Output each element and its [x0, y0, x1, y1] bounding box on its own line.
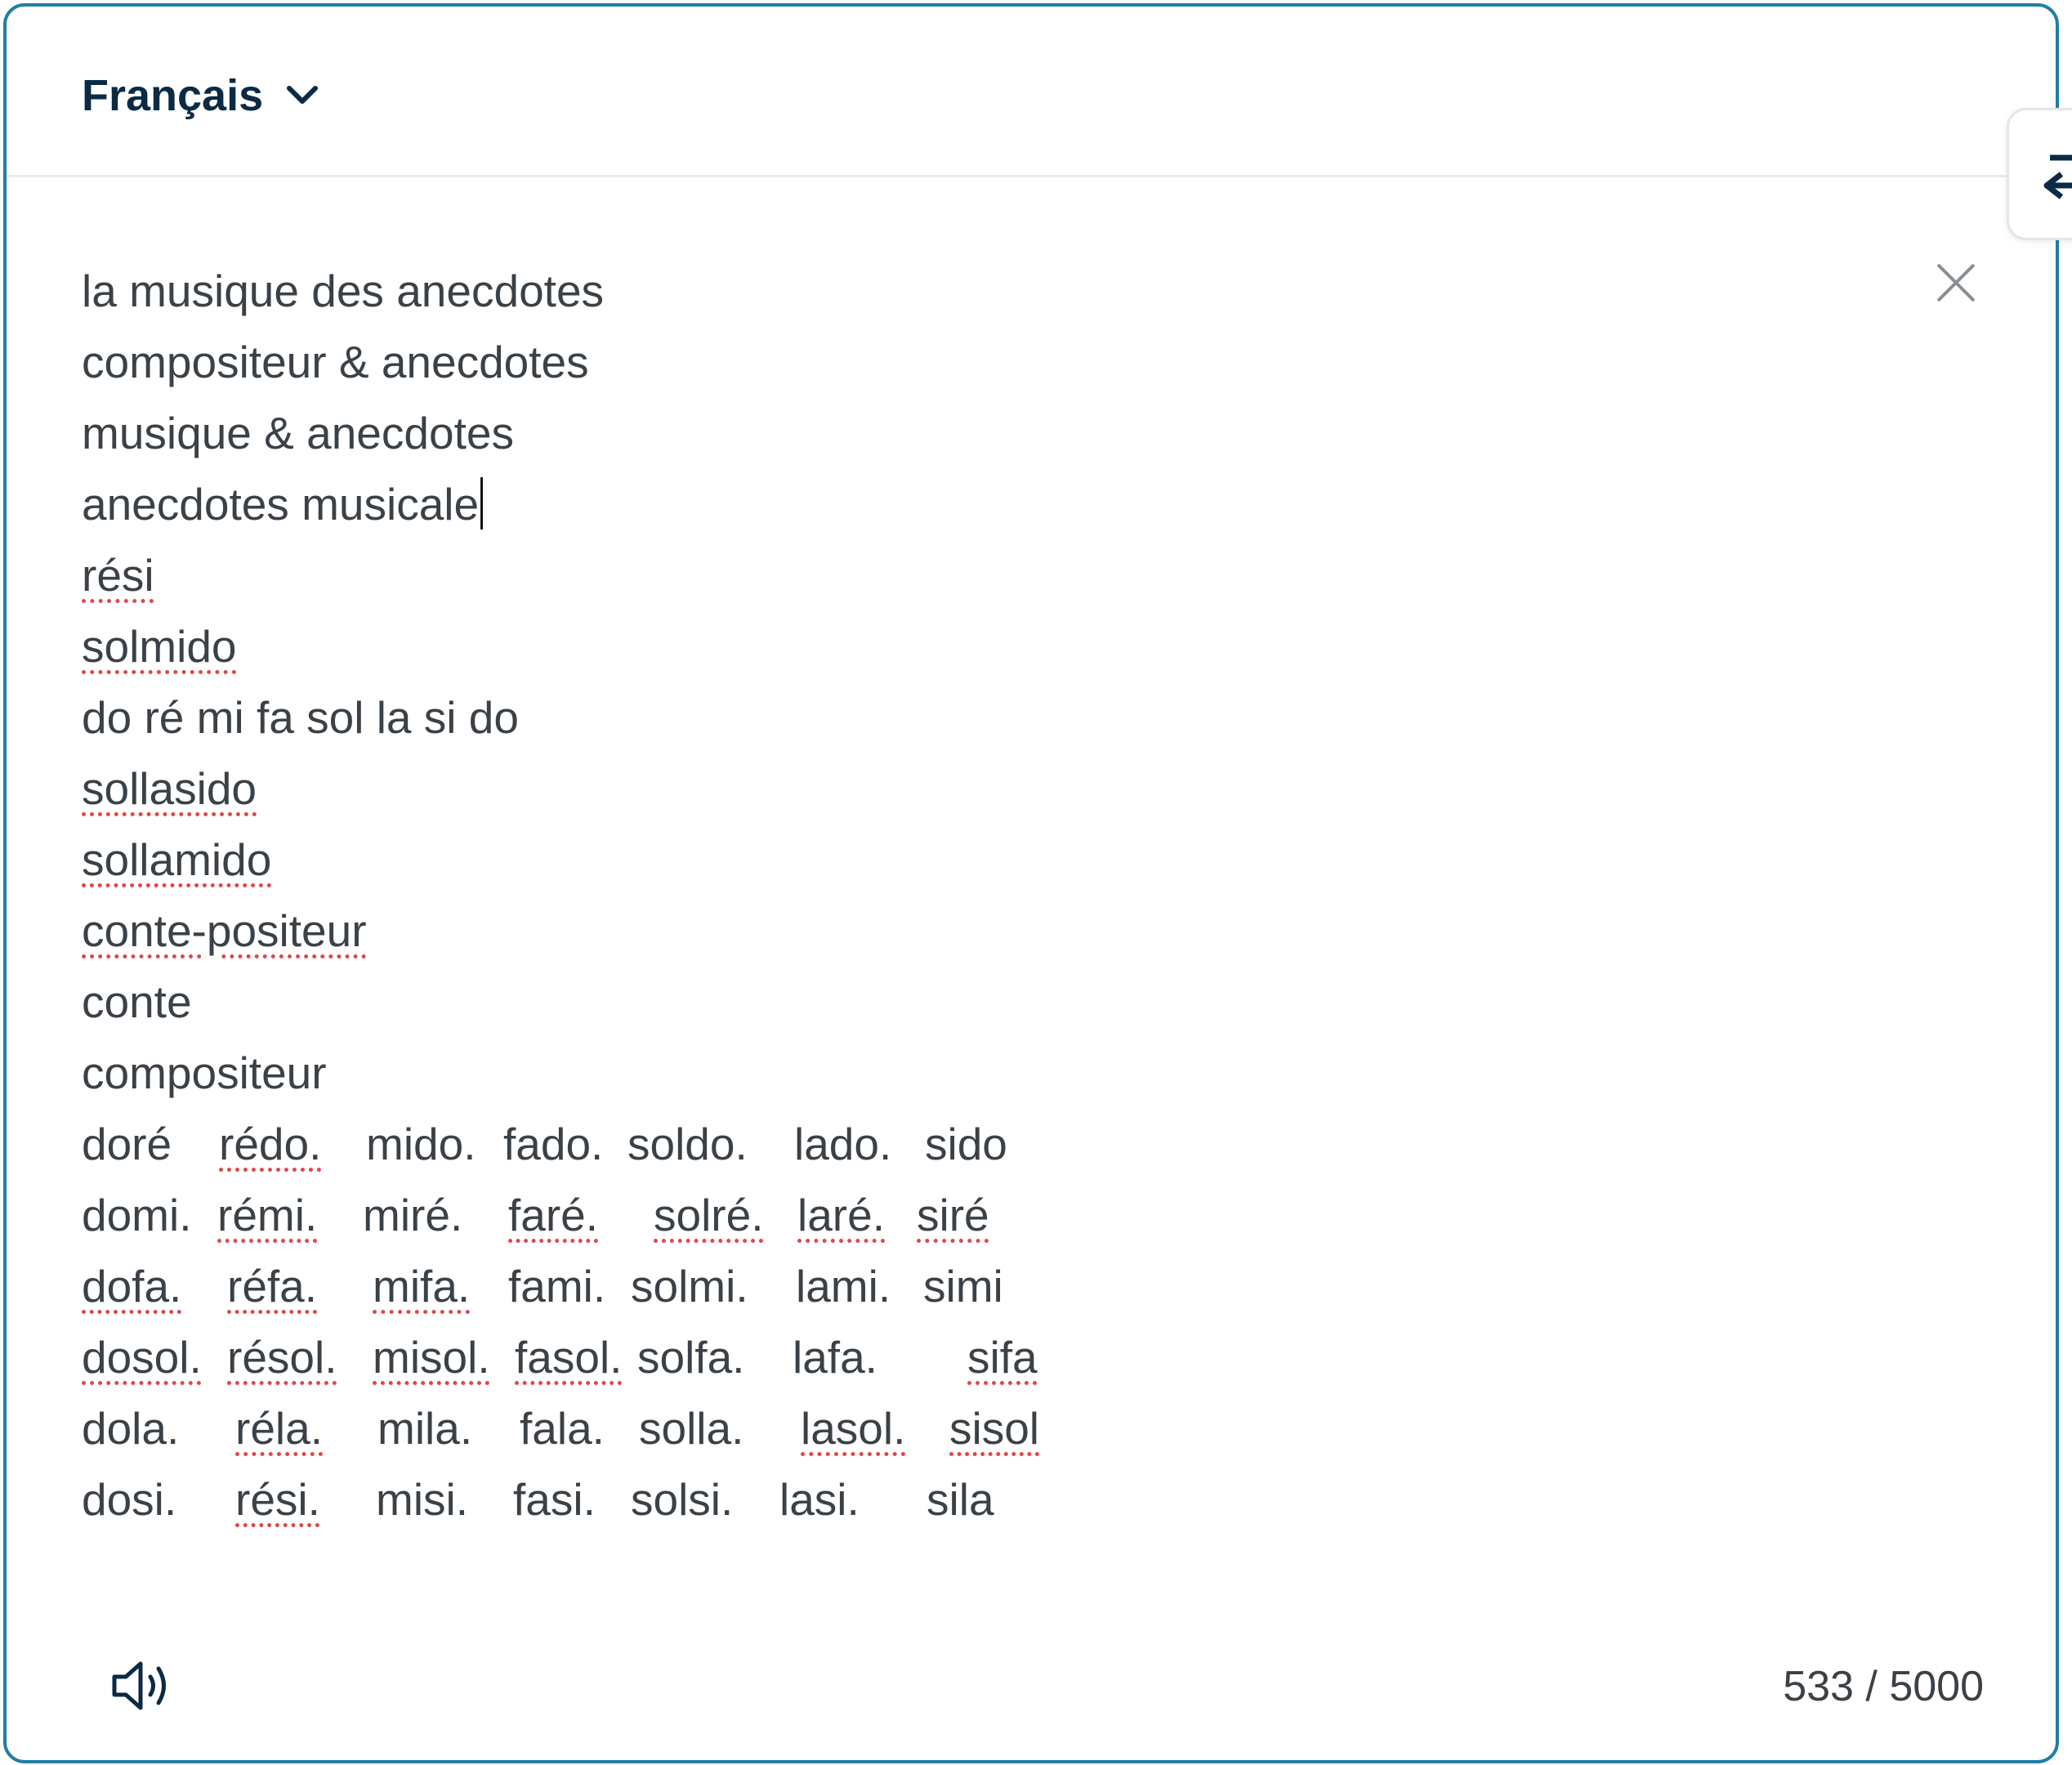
misspelled-word[interactable]: sollamido — [82, 834, 271, 885]
syllable-row: doré rédo. mido. fado. soldo. lado. sido — [82, 1109, 1007, 1180]
syllable-word: solfa. — [637, 1332, 745, 1383]
text-line-content: anecdotes musicale — [82, 479, 480, 530]
syllable-row: dofa. réfa. mifa. fami. solmi. lami. sim… — [82, 1251, 1003, 1322]
syllable-word: sido — [925, 1119, 1007, 1169]
syllable-word[interactable]: dosol. — [82, 1322, 202, 1393]
text-line: conte — [82, 976, 192, 1027]
text-line: anecdotes musicale — [82, 469, 604, 540]
syllable-word[interactable]: rédo. — [219, 1109, 321, 1180]
text-line: rési — [82, 540, 604, 611]
text-line: solmido — [82, 611, 604, 682]
syllable-word[interactable]: laré. — [797, 1180, 885, 1251]
syllable-word[interactable]: sisol — [949, 1393, 1039, 1464]
source-text-input[interactable]: la musique des anecdotes compositeur & a… — [82, 256, 1039, 1535]
syllable-word[interactable]: réfa. — [227, 1251, 317, 1322]
misspelled-word[interactable]: solmido — [82, 621, 237, 672]
swap-icon — [2043, 154, 2072, 199]
syllable-word: lami. — [796, 1261, 891, 1311]
text-line: compositeur — [82, 1048, 327, 1098]
text-line: compositeur & anecdotes — [82, 337, 589, 387]
text-line: la musique des anecdotes — [82, 266, 605, 316]
syllable-row: domi. rémi. miré. faré. solré. laré. sir… — [82, 1180, 989, 1251]
syllable-word: lafa. — [793, 1332, 877, 1383]
syllable-word: dola. — [82, 1403, 180, 1454]
panel-header: Français — [7, 7, 2056, 177]
syllable-word: fado. — [503, 1119, 604, 1169]
syllable-word: solmi. — [631, 1261, 748, 1311]
syllable-word[interactable]: lasol. — [801, 1393, 905, 1464]
syllable-word: miré. — [363, 1190, 463, 1240]
syllable-row: dola. réla. mila. fala. solla. lasol. si… — [82, 1393, 1039, 1464]
syllable-word[interactable]: mifa. — [373, 1251, 470, 1322]
syllable-word[interactable]: rési. — [235, 1464, 320, 1535]
chevron-down-icon — [287, 86, 319, 104]
text-line: sollasido — [82, 753, 604, 824]
text-line: sollamido — [82, 824, 604, 896]
syllable-word[interactable]: fasol. — [515, 1322, 622, 1393]
syllable-word[interactable]: rémi. — [217, 1180, 317, 1251]
misspelled-word[interactable]: sollasido — [82, 763, 257, 814]
text-line: musique & anecdotes — [82, 408, 514, 458]
text-line: do ré mi fa sol la si do — [82, 692, 519, 743]
source-language-selector[interactable]: Français — [82, 70, 319, 121]
syllable-word[interactable]: réla. — [235, 1393, 323, 1464]
syllable-row: dosol. résol. misol. fasol. solfa. lafa.… — [82, 1322, 1038, 1393]
syllable-word: mido. — [366, 1119, 476, 1169]
source-text-panel: Français la musique des anecdotes compos… — [3, 3, 2059, 1763]
text-line: conte-positeur — [82, 896, 604, 967]
syllable-word: fasi. — [513, 1474, 596, 1525]
source-language-label: Français — [82, 71, 264, 120]
syllable-word: misi. — [376, 1474, 469, 1525]
syllable-word[interactable]: faré. — [508, 1180, 598, 1251]
syllable-word: dosi. — [82, 1474, 177, 1525]
syllable-word: doré — [82, 1119, 172, 1169]
syllable-word[interactable]: résol. — [227, 1322, 337, 1393]
syllable-word: simi — [923, 1261, 1003, 1311]
syllable-row: dosi. rési. misi. fasi. solsi. lasi. sil… — [82, 1464, 994, 1535]
misspelled-word[interactable]: rési — [82, 550, 154, 601]
syllable-word: solsi. — [631, 1474, 734, 1525]
syllable-word[interactable]: sifa — [967, 1322, 1038, 1393]
misspelled-word[interactable]: conte-positeur — [82, 905, 367, 956]
syllable-word[interactable]: siré — [917, 1180, 989, 1251]
text-caret — [480, 477, 484, 530]
syllable-word: sila — [927, 1474, 994, 1525]
syllable-word: soldo. — [627, 1119, 748, 1169]
syllable-word: domi. — [82, 1190, 192, 1240]
swap-languages-button[interactable] — [2007, 108, 2072, 240]
syllable-word[interactable]: misol. — [373, 1322, 490, 1393]
close-icon[interactable] — [1933, 260, 1979, 306]
syllable-word: mila. — [377, 1403, 473, 1454]
syllable-word: lado. — [794, 1119, 892, 1169]
syllable-word[interactable]: dofa. — [82, 1251, 181, 1322]
syllable-word: solla. — [639, 1403, 744, 1454]
syllable-word: fala. — [520, 1403, 605, 1454]
syllable-word[interactable]: solré. — [654, 1180, 764, 1251]
character-count: 533 / 5000 — [1783, 1663, 1984, 1710]
syllable-word: lasi. — [779, 1474, 860, 1525]
syllable-word: fami. — [508, 1261, 606, 1311]
speaker-icon[interactable] — [109, 1657, 175, 1714]
